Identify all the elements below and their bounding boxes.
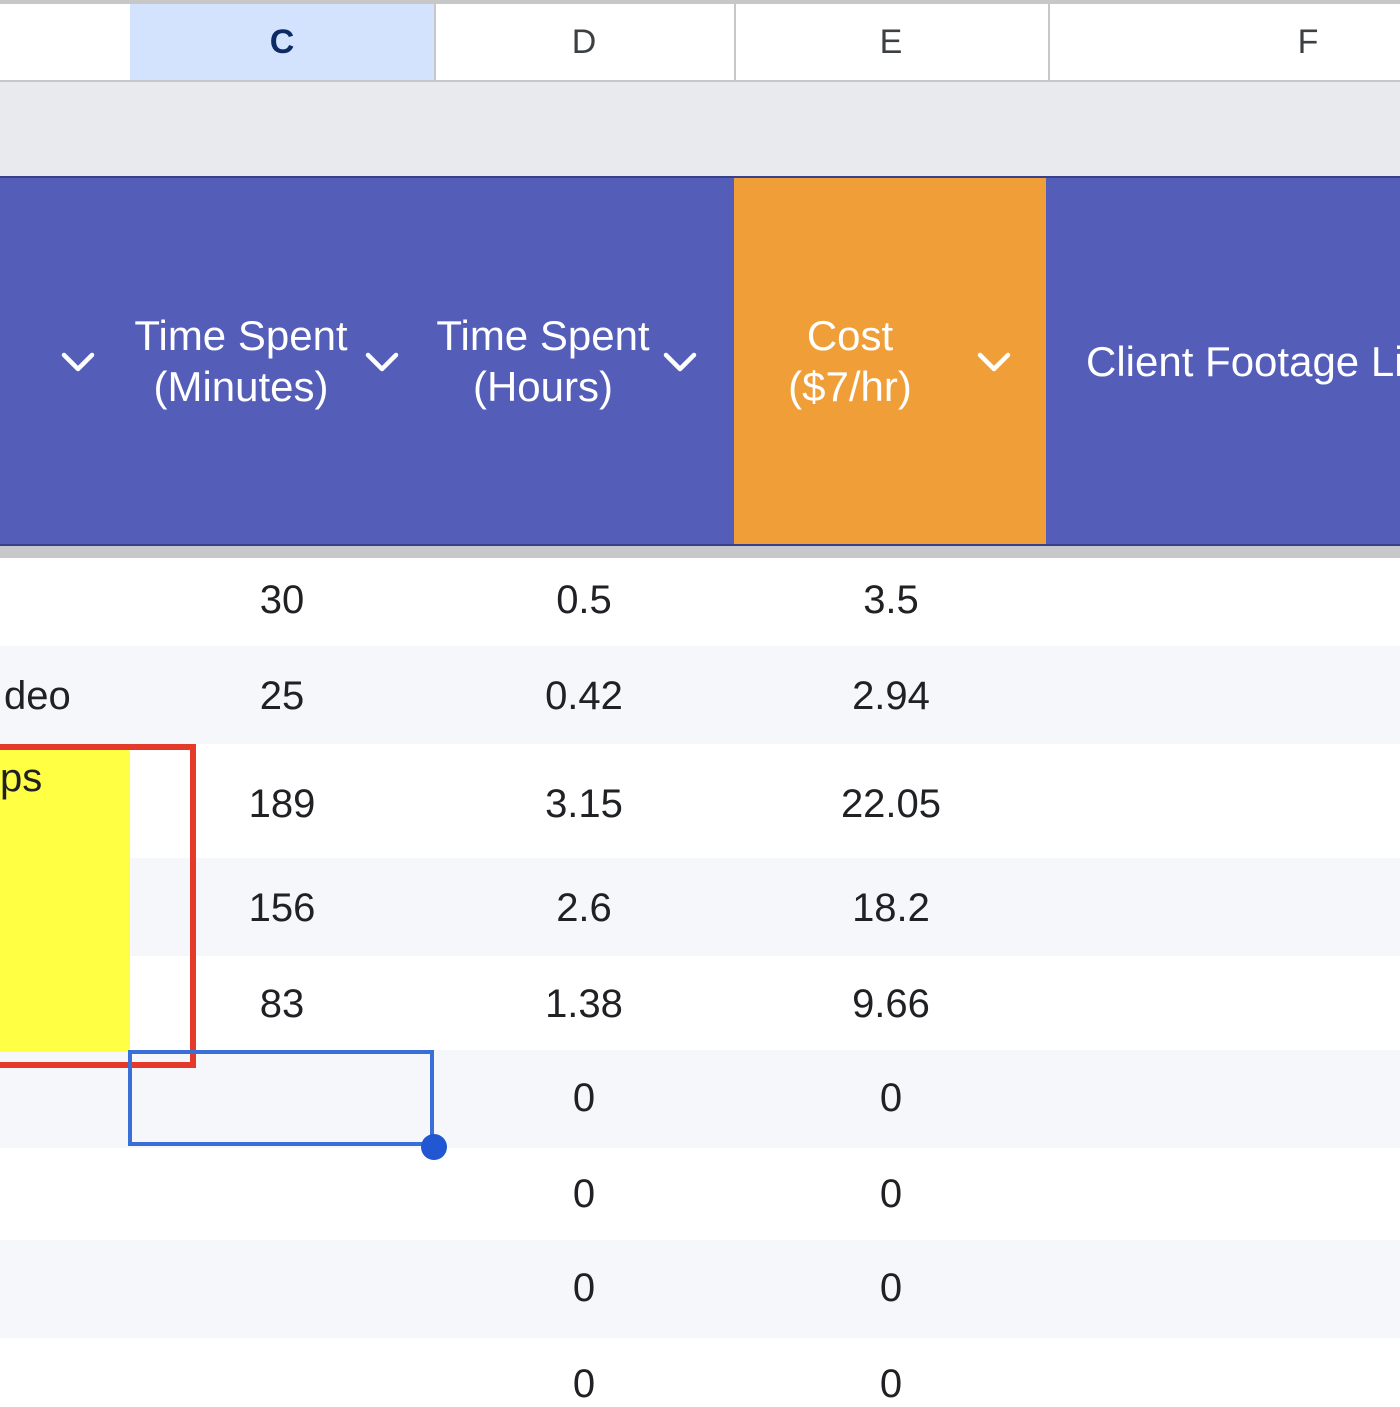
hours-cell[interactable]: 0	[434, 1172, 734, 1217]
cost-cell[interactable]: 0	[734, 1076, 1048, 1121]
hours-cell[interactable]: 0.42	[434, 674, 734, 719]
header-cost-line1: Cost	[806, 312, 894, 359]
cost-cell[interactable]: 2.94	[734, 674, 1048, 719]
filter-chevron-down-icon[interactable]	[660, 342, 700, 382]
cost-cell[interactable]: 0	[734, 1266, 1048, 1311]
frozen-divider[interactable]	[0, 546, 1400, 558]
header-hours-line1: Time Spent	[436, 312, 650, 359]
table-row: 30 0.5 3.5	[0, 558, 1400, 646]
cost-cell[interactable]: 22.05	[734, 782, 1048, 827]
minutes-cell[interactable]: 25	[130, 674, 434, 719]
cost-cell[interactable]: 0	[734, 1172, 1048, 1217]
hours-cell[interactable]: 1.38	[434, 982, 734, 1027]
hours-cell[interactable]: 0	[434, 1076, 734, 1121]
column-header-e[interactable]: E	[734, 4, 1050, 80]
column-header-b[interactable]	[0, 4, 132, 80]
table-row: deo 25 0.42 2.94	[0, 646, 1400, 744]
fill-handle[interactable]	[421, 1134, 447, 1160]
header-minutes[interactable]: Time Spent (Minutes)	[130, 310, 352, 412]
table-row: 156 2.6 18.2	[0, 858, 1400, 956]
column-header-row: C D E F	[0, 0, 1400, 82]
annotation-box	[0, 744, 196, 1068]
active-cell-selection[interactable]	[128, 1050, 434, 1146]
cost-cell[interactable]: 18.2	[734, 886, 1048, 931]
column-header-c[interactable]: C	[130, 4, 436, 80]
task-cell[interactable]: deo	[4, 674, 124, 719]
hours-cell[interactable]: 0	[434, 1362, 734, 1407]
hours-cell[interactable]: 3.15	[434, 782, 734, 827]
column-header-f[interactable]: F	[1048, 4, 1400, 80]
header-minutes-line2: (Minutes)	[153, 363, 329, 410]
table-row: 83 1.38 9.66	[0, 956, 1400, 1050]
hours-cell[interactable]: 0	[434, 1266, 734, 1311]
header-hours[interactable]: Time Spent (Hours)	[434, 310, 652, 412]
hours-cell[interactable]: 2.6	[434, 886, 734, 931]
cost-cell[interactable]: 3.5	[734, 578, 1048, 623]
cost-cell[interactable]: 0	[734, 1362, 1048, 1407]
header-cost[interactable]: Cost ($7/hr)	[752, 310, 948, 412]
table-row: 189 3.15 22.05	[0, 744, 1400, 858]
header-minutes-line1: Time Spent	[134, 312, 348, 359]
hours-cell[interactable]: 0.5	[434, 578, 734, 623]
table-row: 0 0	[0, 1240, 1400, 1338]
header-hours-line2: (Hours)	[472, 363, 613, 410]
filter-chevron-down-icon[interactable]	[362, 342, 402, 382]
table-row: 0 0	[0, 1148, 1400, 1240]
cost-cell[interactable]: 9.66	[734, 982, 1048, 1027]
table-row: 0 0	[0, 1338, 1400, 1406]
frozen-row[interactable]	[0, 82, 1400, 176]
filter-chevron-down-icon[interactable]	[58, 342, 98, 382]
minutes-cell[interactable]: 30	[130, 578, 434, 623]
column-header-d[interactable]: D	[434, 4, 736, 80]
header-client-footage[interactable]: Client Footage Li	[1086, 336, 1400, 387]
filter-chevron-down-icon[interactable]	[974, 342, 1014, 382]
header-cost-line2: ($7/hr)	[788, 363, 912, 410]
